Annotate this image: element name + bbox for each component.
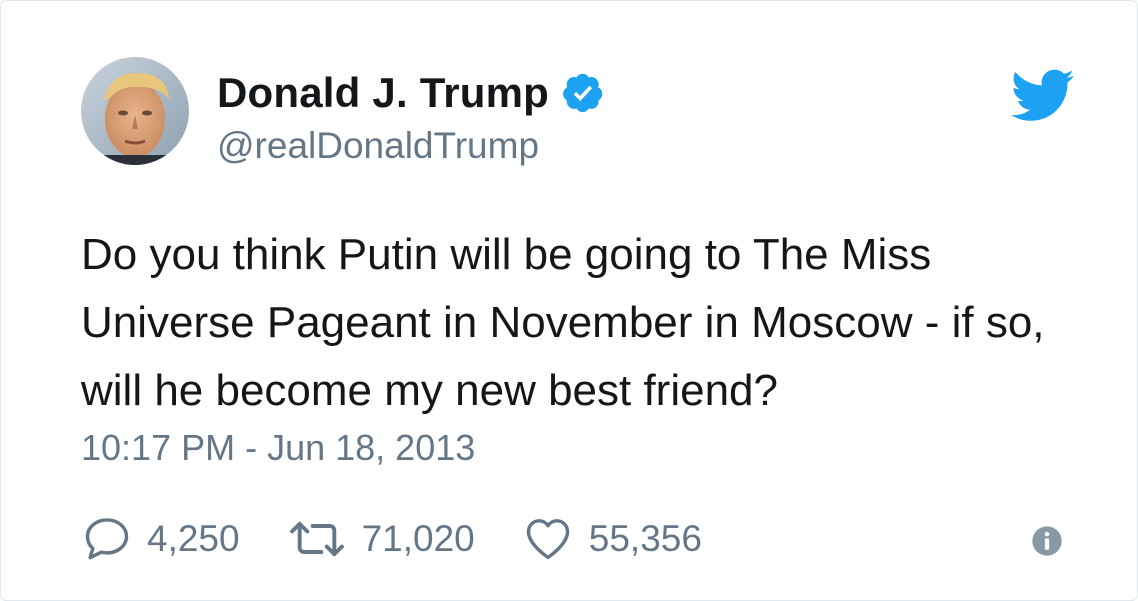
tweet-actions: 4,250 71,020 55,356 bbox=[81, 511, 748, 567]
like-button[interactable]: 55,356 bbox=[521, 513, 702, 565]
avatar[interactable] bbox=[81, 57, 189, 165]
tweet-card: Donald J. Trump @realDonaldTrump Do you … bbox=[0, 0, 1138, 601]
like-count: 55,356 bbox=[588, 518, 702, 559]
name-row: Donald J. Trump bbox=[217, 67, 605, 119]
retweet-icon bbox=[289, 521, 344, 557]
retweet-count: 71,020 bbox=[361, 518, 475, 559]
heart-icon bbox=[526, 519, 569, 560]
tweet-timestamp[interactable]: 10:17 PM - Jun 18, 2013 bbox=[81, 427, 475, 469]
reply-button[interactable]: 4,250 bbox=[81, 513, 240, 565]
verified-badge-icon bbox=[563, 73, 603, 113]
tweet-text: Do you think Putin will be going to The … bbox=[81, 230, 1045, 415]
info-icon[interactable] bbox=[1031, 525, 1063, 557]
twitter-bird-icon[interactable] bbox=[1011, 69, 1075, 123]
display-name[interactable]: Donald J. Trump bbox=[217, 69, 549, 117]
profile-photo bbox=[81, 57, 189, 165]
reply-count: 4,250 bbox=[147, 518, 240, 559]
reply-icon bbox=[85, 518, 129, 560]
retweet-button[interactable]: 71,020 bbox=[286, 513, 475, 565]
user-handle[interactable]: @realDonaldTrump bbox=[217, 125, 539, 167]
